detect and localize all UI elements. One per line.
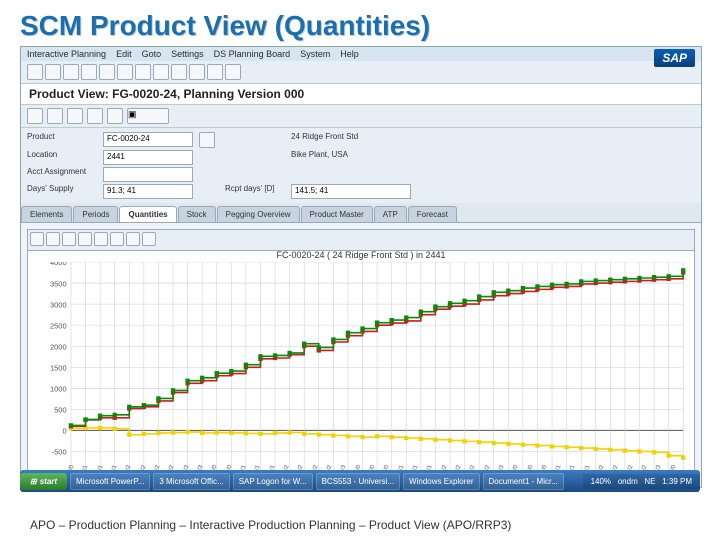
taskbar-item[interactable]: BCS553 - Universi... [316,473,400,490]
lookup-icon[interactable] [199,132,215,148]
chart-tool-button[interactable] [110,232,124,246]
toolbar-button[interactable]: ▣ [127,108,169,124]
tab-product-master[interactable]: Product Master [301,206,373,222]
start-button[interactable]: ⊞start [20,473,67,490]
acct-input[interactable] [103,167,193,182]
menu-item[interactable]: Interactive Planning [27,49,106,59]
svg-text:1500: 1500 [50,363,67,372]
menu-item[interactable]: DS Planning Board [214,49,291,59]
svg-text:2000: 2000 [50,342,67,351]
sap-logo: SAP [654,49,695,67]
chart-tool-button[interactable] [30,232,44,246]
toolbar-button[interactable] [171,64,187,80]
chart-tool-button[interactable] [94,232,108,246]
chart-panel: FC-0020-24 ( 24 Ridge Front Std ) in 244… [27,229,695,488]
taskbar-item[interactable]: Document1 - Micr... [483,473,564,490]
chart-tool-button[interactable] [46,232,60,246]
menu-item[interactable]: System [300,49,330,59]
toolbar-button[interactable] [225,64,241,80]
taskbar-item[interactable]: Microsoft PowerP... [70,473,150,490]
slide-caption: APO – Production Planning – Interactive … [30,518,690,532]
toolbar-button[interactable] [47,108,63,124]
toolbar-button[interactable] [189,64,205,80]
chart-plot: -1000-5000500100015002000250030003500400… [28,262,694,473]
taskbar-item[interactable]: Windows Explorer [403,473,479,490]
svg-text:3500: 3500 [50,279,67,288]
chart-tool-button[interactable] [78,232,92,246]
menu-item[interactable]: Edit [116,49,132,59]
svg-text:500: 500 [54,406,67,415]
location-label: Location [27,150,97,165]
tab-atp[interactable]: ATP [374,206,407,222]
chart-tool-button[interactable] [126,232,140,246]
taskbar-item[interactable]: SAP Logon for W... [233,473,313,490]
menu-item[interactable]: Goto [142,49,162,59]
windows-icon: ⊞ [30,477,37,486]
tab-pegging-overview[interactable]: Pegging Overview [217,206,300,222]
view-title: Product View: FG-0020-24, Planning Versi… [21,84,701,105]
tab-strip: ElementsPeriodsQuantitiesStockPegging Ov… [21,203,701,223]
svg-text:2500: 2500 [50,321,67,330]
toolbar-button[interactable] [153,64,169,80]
sap-window: Interactive Planning Edit Goto Settings … [20,46,702,488]
acct-label: Acct Assignment [27,167,97,182]
daysupply-label: Days' Supply [27,184,97,199]
tab-elements[interactable]: Elements [21,206,72,222]
location-input[interactable]: 2441 [103,150,193,165]
svg-text:1000: 1000 [50,385,67,394]
chart-tool-button[interactable] [142,232,156,246]
daysupply-value: 91.3; 41 [103,184,193,199]
svg-text:-500: -500 [52,448,67,457]
toolbar-button[interactable] [67,108,83,124]
header-fields: Product FC-0020-24 24 Ridge Front Std Lo… [21,128,701,203]
toolbar-button[interactable] [107,108,123,124]
clock: 1:39 PM [662,477,692,486]
product-input[interactable]: FC-0020-24 [103,132,193,147]
toolbar-button[interactable] [81,64,97,80]
product-label: Product [27,132,97,148]
toolbar-button[interactable] [117,64,133,80]
toolbar-button[interactable] [87,108,103,124]
tab-forecast[interactable]: Forecast [408,206,457,222]
toolbar-button[interactable] [27,64,43,80]
system-tray[interactable]: 140% ondm NE 1:39 PM [583,474,700,489]
main-toolbar [21,61,701,84]
rcptdays-value: 141.5; 41 [291,184,411,199]
taskbar-item[interactable]: 3 Microsoft Offic... [153,473,229,490]
tab-quantities[interactable]: Quantities [119,206,176,222]
svg-text:0: 0 [62,427,66,436]
secondary-toolbar: ▣ [21,105,701,128]
svg-text:4000: 4000 [50,262,67,267]
toolbar-button[interactable] [63,64,79,80]
menubar: Interactive Planning Edit Goto Settings … [21,47,701,61]
toolbar-button[interactable] [27,108,43,124]
toolbar-button[interactable] [99,64,115,80]
menu-item[interactable]: Settings [171,49,204,59]
windows-taskbar: ⊞start Microsoft PowerP...3 Microsoft Of… [20,470,700,492]
chart-tool-button[interactable] [62,232,76,246]
menu-item[interactable]: Help [340,49,359,59]
toolbar-button[interactable] [135,64,151,80]
tab-stock[interactable]: Stock [178,206,216,222]
chart-title: FC-0020-24 ( 24 Ridge Front Std ) in 244… [28,250,694,260]
location-desc: Bike Plant, USA [291,150,411,165]
page-title: SCM Product View (Quantities) [20,10,700,42]
rcptdays-label: Rcpt days' [D] [225,184,285,199]
svg-text:3000: 3000 [50,300,67,309]
toolbar-button[interactable] [207,64,223,80]
product-desc: 24 Ridge Front Std [291,132,411,148]
chart-toolbar [28,230,694,251]
tab-periods[interactable]: Periods [73,206,118,222]
toolbar-button[interactable] [45,64,61,80]
